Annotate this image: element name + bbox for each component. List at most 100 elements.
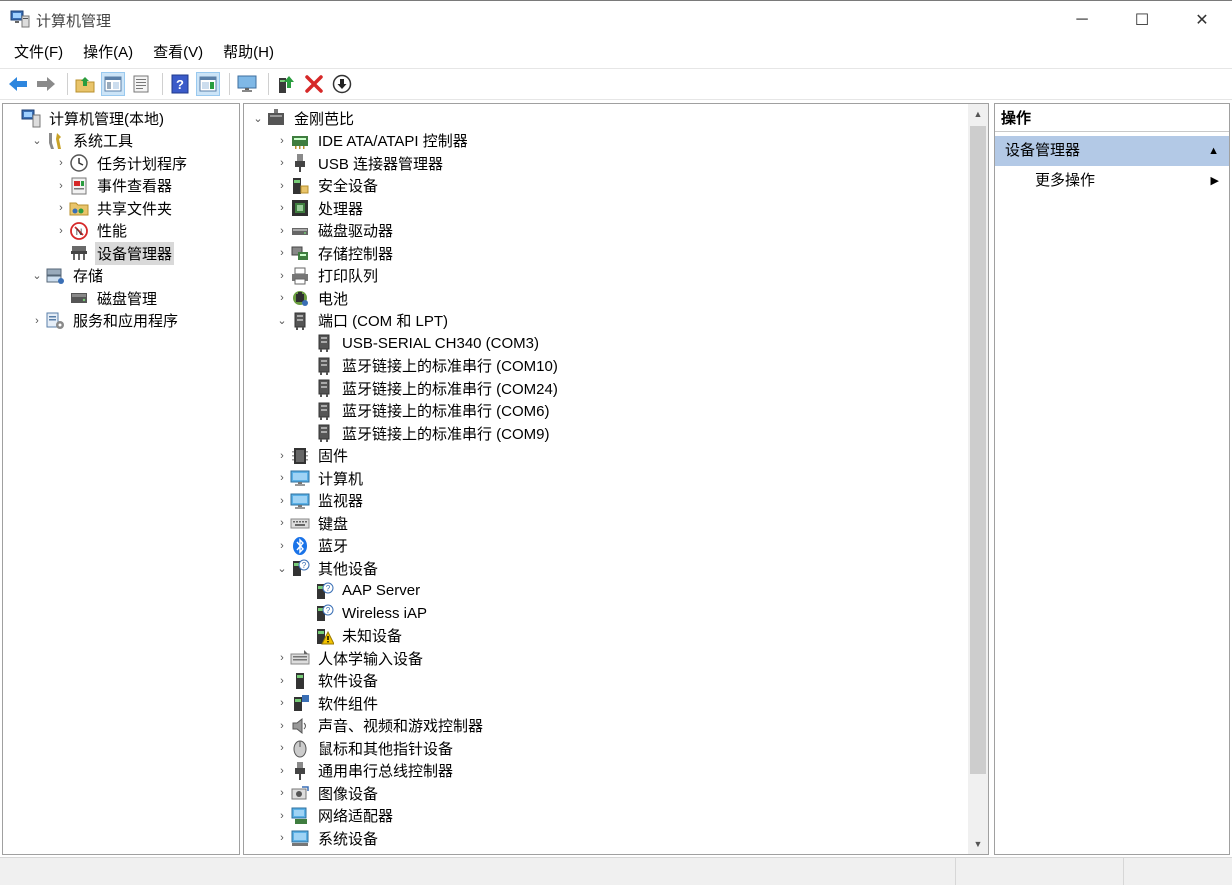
help-icon[interactable]: ? <box>168 72 192 96</box>
device-tree-item[interactable]: › 监视器 <box>274 490 365 512</box>
collapsed-chevron-icon[interactable]: › <box>274 495 290 507</box>
collapsed-chevron-icon[interactable]: › <box>274 720 290 732</box>
collapsed-chevron-icon[interactable]: › <box>53 157 69 169</box>
device-tree-item[interactable]: 蓝牙链接上的标准串行 (COM10) <box>298 355 560 377</box>
device-tree-item[interactable]: ⌄ 金刚芭比 <box>250 107 356 129</box>
device-tree-item[interactable]: USB-SERIAL CH340 (COM3) <box>298 332 541 354</box>
collapsed-chevron-icon[interactable]: › <box>274 202 290 214</box>
device-tree-item[interactable]: › IDE ATA/ATAPI 控制器 <box>274 130 470 152</box>
nav-tree-item[interactable]: › 共享文件夹 <box>53 197 174 219</box>
maximize-button[interactable]: ☐ <box>1112 1 1172 39</box>
expanded-chevron-icon[interactable]: ⌄ <box>250 112 266 125</box>
actions-section-device-manager[interactable]: 设备管理器 ▲ <box>995 136 1229 166</box>
collapsed-chevron-icon[interactable]: › <box>274 292 290 304</box>
device-tree-item[interactable]: 蓝牙链接上的标准串行 (COM24) <box>298 377 560 399</box>
device-tree-item[interactable]: › 安全设备 <box>274 175 380 197</box>
nav-tree-item[interactable]: ⌄ 系统工具 <box>29 130 135 152</box>
device-tree-item[interactable]: ? AAP Server <box>298 580 422 602</box>
device-tree-item[interactable]: ⌄ 端口 (COM 和 LPT) <box>274 310 450 332</box>
device-tree-item[interactable]: 蓝牙链接上的标准串行 (COM6) <box>298 400 552 422</box>
collapsed-chevron-icon[interactable]: › <box>274 472 290 484</box>
vertical-scrollbar[interactable]: ▲ ▼ <box>968 104 988 854</box>
device-tree-item[interactable]: › 计算机 <box>274 467 365 489</box>
menu-help[interactable]: 帮助(H) <box>213 38 284 68</box>
device-tree-item[interactable]: › 网络适配器 <box>274 805 395 827</box>
device-tree-item[interactable]: › 软件组件 <box>274 692 380 714</box>
device-tree-item[interactable]: › 磁盘驱动器 <box>274 220 395 242</box>
nav-tree-item[interactable]: › 服务和应用程序 <box>29 310 180 332</box>
device-tree-item[interactable]: › 鼠标和其他指针设备 <box>274 737 455 759</box>
back-icon[interactable] <box>6 72 30 96</box>
collapsed-chevron-icon[interactable]: › <box>274 517 290 529</box>
nav-tree-item[interactable]: › 任务计划程序 <box>53 152 189 174</box>
scroll-thumb[interactable] <box>970 126 986 774</box>
device-tree-item[interactable]: › 图像设备 <box>274 782 380 804</box>
show-hide-action-icon[interactable] <box>196 72 220 96</box>
device-tree-item[interactable]: › 固件 <box>274 445 350 467</box>
properties-icon[interactable] <box>129 72 153 96</box>
device-tree-item[interactable]: ? Wireless iAP <box>298 602 429 624</box>
collapsed-chevron-icon[interactable]: › <box>274 697 290 709</box>
device-tree-item[interactable]: › 软件设备 <box>274 670 380 692</box>
expanded-chevron-icon[interactable]: ⌄ <box>29 269 45 282</box>
expanded-chevron-icon[interactable]: ⌄ <box>274 314 290 327</box>
scroll-up-button[interactable]: ▲ <box>968 104 988 124</box>
forward-icon[interactable] <box>34 72 58 96</box>
menu-view[interactable]: 查看(V) <box>143 38 213 68</box>
more-actions-item[interactable]: 更多操作 ▶ <box>995 169 1229 193</box>
collapsed-chevron-icon[interactable]: › <box>274 765 290 777</box>
device-tree-item[interactable]: › 存储控制器 <box>274 242 395 264</box>
nav-tree-item[interactable]: 计算机管理(本地) <box>5 107 166 129</box>
collapsed-chevron-icon[interactable]: › <box>274 157 290 169</box>
nav-tree-item[interactable]: ⌄ 存储 <box>29 265 105 287</box>
collapsed-chevron-icon[interactable]: › <box>274 270 290 282</box>
up-folder-icon[interactable] <box>73 72 97 96</box>
collapsed-chevron-icon[interactable]: › <box>274 832 290 844</box>
device-tree-item[interactable]: › 声音、视频和游戏控制器 <box>274 715 485 737</box>
update-driver-icon[interactable] <box>274 72 298 96</box>
collapsed-chevron-icon[interactable]: › <box>53 225 69 237</box>
device-tree-item[interactable]: › 打印队列 <box>274 265 380 287</box>
device-tree-item[interactable]: › 处理器 <box>274 197 365 219</box>
collapsed-chevron-icon[interactable]: › <box>274 675 290 687</box>
device-tree-item[interactable]: › 通用串行总线控制器 <box>274 760 455 782</box>
collapse-caret-icon[interactable]: ▲ <box>1208 136 1219 166</box>
device-tree-item[interactable]: 未知设备 <box>298 625 404 647</box>
collapsed-chevron-icon[interactable]: › <box>274 225 290 237</box>
device-tree-item[interactable]: › 人体学输入设备 <box>274 647 425 669</box>
monitor-icon[interactable] <box>235 72 259 96</box>
device-tree-item[interactable]: › USB 连接器管理器 <box>274 152 445 174</box>
close-button[interactable]: ✕ <box>1172 1 1232 39</box>
uninstall-icon[interactable] <box>302 72 326 96</box>
device-tree-item[interactable]: 蓝牙链接上的标准串行 (COM9) <box>298 422 552 444</box>
nav-tree-item[interactable]: › 事件查看器 <box>53 175 174 197</box>
minimize-button[interactable]: ─ <box>1052 1 1112 39</box>
collapsed-chevron-icon[interactable]: › <box>274 247 290 259</box>
menu-action[interactable]: 操作(A) <box>73 38 143 68</box>
nav-tree-item[interactable]: 磁盘管理 <box>53 287 159 309</box>
collapsed-chevron-icon[interactable]: › <box>53 180 69 192</box>
collapsed-chevron-icon[interactable]: › <box>274 787 290 799</box>
collapsed-chevron-icon[interactable]: › <box>29 315 45 327</box>
collapsed-chevron-icon[interactable]: › <box>274 180 290 192</box>
disable-device-icon[interactable] <box>330 72 354 96</box>
collapsed-chevron-icon[interactable]: › <box>53 202 69 214</box>
show-hide-tree-icon[interactable] <box>101 72 125 96</box>
expanded-chevron-icon[interactable]: ⌄ <box>274 562 290 575</box>
collapsed-chevron-icon[interactable]: › <box>274 742 290 754</box>
device-tree-item[interactable]: › 蓝牙 <box>274 535 350 557</box>
device-tree-item[interactable]: › 键盘 <box>274 512 350 534</box>
nav-tree-item[interactable]: 设备管理器 <box>53 241 175 265</box>
expanded-chevron-icon[interactable]: ⌄ <box>29 134 45 147</box>
collapsed-chevron-icon[interactable]: › <box>274 810 290 822</box>
collapsed-chevron-icon[interactable]: › <box>274 135 290 147</box>
collapsed-chevron-icon[interactable]: › <box>274 450 290 462</box>
device-tree-item[interactable]: › 电池 <box>274 287 350 309</box>
device-tree-item[interactable]: › 系统设备 <box>274 827 380 849</box>
menu-file[interactable]: 文件(F) <box>4 38 73 68</box>
device-tree-item[interactable]: ⌄? 其他设备 <box>274 557 380 579</box>
scroll-down-button[interactable]: ▼ <box>968 834 988 854</box>
collapsed-chevron-icon[interactable]: › <box>274 540 290 552</box>
nav-tree-item[interactable]: › N 性能 <box>53 220 129 242</box>
collapsed-chevron-icon[interactable]: › <box>274 652 290 664</box>
